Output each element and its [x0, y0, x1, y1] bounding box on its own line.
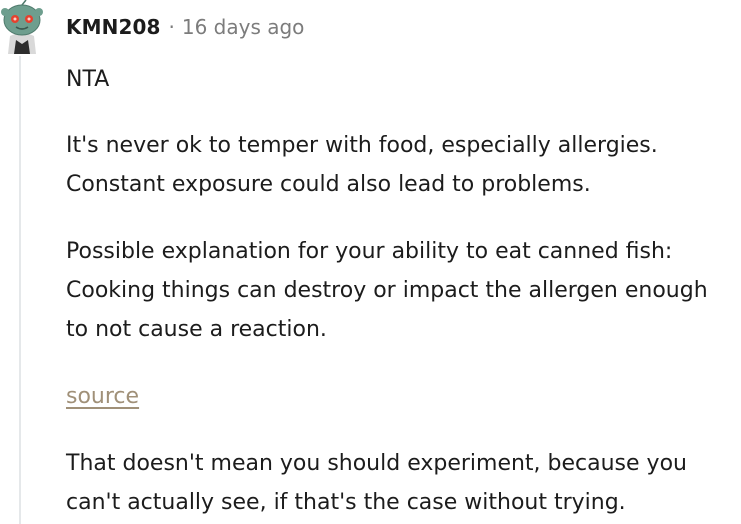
snoo-avatar-icon	[1, 0, 43, 54]
comment-paragraph: That doesn't mean you should experiment,…	[66, 451, 687, 515]
user-avatar[interactable]	[0, 0, 44, 54]
username-link[interactable]: KMN208	[66, 15, 161, 39]
link-paragraph: source	[66, 377, 736, 416]
comment-paragraph: NTA	[66, 67, 110, 92]
comment-header: KMN208 · 16 days ago	[66, 12, 304, 42]
thread-line[interactable]	[19, 56, 21, 524]
comment-paragraph: Possible explanation for your ability to…	[66, 239, 708, 342]
source-link[interactable]: source	[66, 384, 139, 409]
comment-body: NTA It's never ok to temper with food, e…	[66, 60, 736, 524]
meta-separator: ·	[168, 15, 175, 39]
comment-timestamp[interactable]: 16 days ago	[182, 15, 305, 39]
comment-paragraph: It's never ok to temper with food, espec…	[66, 133, 658, 197]
